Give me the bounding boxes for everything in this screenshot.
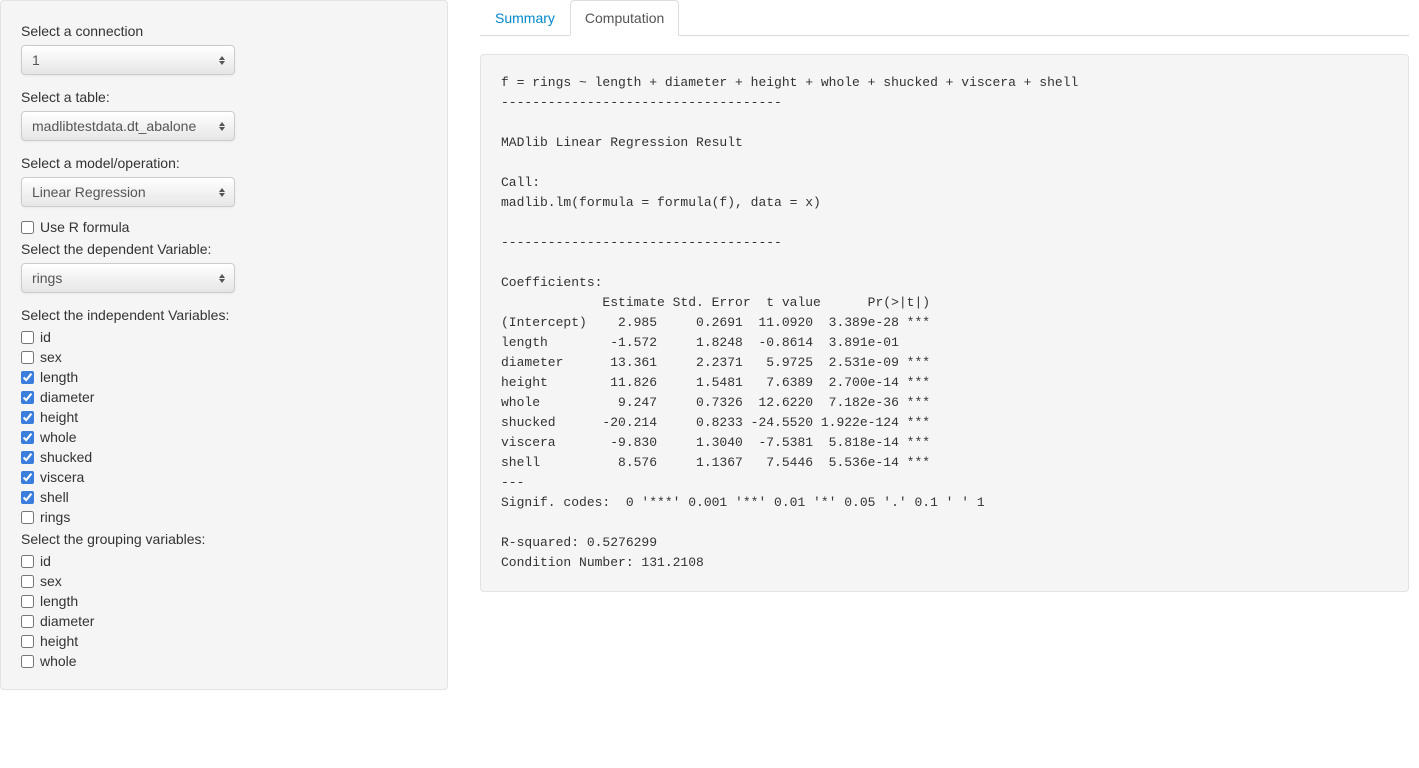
independent-list: id sex length diameter height whole shucked vis… [21,329,427,525]
independent-list-checkbox-length[interactable] [21,371,34,384]
table-label: Select a table: [21,89,427,105]
model-select[interactable]: Linear Regression [21,177,235,207]
variable-row: whole [21,653,427,669]
variable-row: height [21,633,427,649]
independent-list-checkbox-id[interactable] [21,331,34,344]
variable-label: rings [40,509,70,525]
variable-label: diameter [40,613,94,629]
variable-row: shell [21,489,427,505]
variable-label: diameter [40,389,94,405]
variable-row: height [21,409,427,425]
computation-output: f = rings ~ length + diameter + height +… [501,73,1388,573]
grouping-label: Select the grouping variables: [21,531,427,547]
table-select[interactable]: madlibtestdata.dt_abalone [21,111,235,141]
variable-label: length [40,369,78,385]
tab-bar: Summary Computation [480,0,1409,36]
grouping-list-checkbox-length[interactable] [21,595,34,608]
grouping-list-checkbox-diameter[interactable] [21,615,34,628]
dependent-label: Select the dependent Variable: [21,241,427,257]
variable-row: length [21,369,427,385]
variable-row: diameter [21,613,427,629]
variable-row: sex [21,573,427,589]
independent-list-checkbox-sex[interactable] [21,351,34,364]
tab-summary[interactable]: Summary [480,0,570,36]
variable-row: diameter [21,389,427,405]
grouping-list-checkbox-sex[interactable] [21,575,34,588]
tab-computation[interactable]: Computation [570,0,679,36]
variable-label: id [40,553,51,569]
independent-list-checkbox-viscera[interactable] [21,471,34,484]
variable-label: viscera [40,469,84,485]
variable-label: shucked [40,449,92,465]
variable-label: height [40,409,78,425]
grouping-list: id sex length diameter height whole [21,553,427,669]
use-r-formula-checkbox[interactable] [21,221,34,234]
main-content: Summary Computation f = rings ~ length +… [448,0,1419,592]
variable-label: height [40,633,78,649]
model-label: Select a model/operation: [21,155,427,171]
independent-list-checkbox-whole[interactable] [21,431,34,444]
use-r-formula-label: Use R formula [40,219,129,235]
variable-row: sex [21,349,427,365]
independent-list-checkbox-shucked[interactable] [21,451,34,464]
independent-list-checkbox-rings[interactable] [21,511,34,524]
independent-list-checkbox-height[interactable] [21,411,34,424]
independent-label: Select the independent Variables: [21,307,427,323]
variable-label: sex [40,573,62,589]
independent-list-checkbox-diameter[interactable] [21,391,34,404]
variable-label: whole [40,653,77,669]
grouping-list-checkbox-whole[interactable] [21,655,34,668]
connection-select[interactable]: 1 [21,45,235,75]
variable-row: length [21,593,427,609]
variable-row: whole [21,429,427,445]
dependent-select[interactable]: rings [21,263,235,293]
independent-list-checkbox-shell[interactable] [21,491,34,504]
grouping-list-checkbox-id[interactable] [21,555,34,568]
connection-label: Select a connection [21,23,427,39]
variable-label: id [40,329,51,345]
variable-row: rings [21,509,427,525]
controls-sidebar: Select a connection 1 Select a table: ma… [0,0,448,690]
variable-row: id [21,329,427,345]
grouping-list-checkbox-height[interactable] [21,635,34,648]
output-panel: f = rings ~ length + diameter + height +… [480,54,1409,592]
variable-label: sex [40,349,62,365]
variable-label: length [40,593,78,609]
variable-row: shucked [21,449,427,465]
variable-row: viscera [21,469,427,485]
variable-label: shell [40,489,69,505]
variable-label: whole [40,429,77,445]
variable-row: id [21,553,427,569]
